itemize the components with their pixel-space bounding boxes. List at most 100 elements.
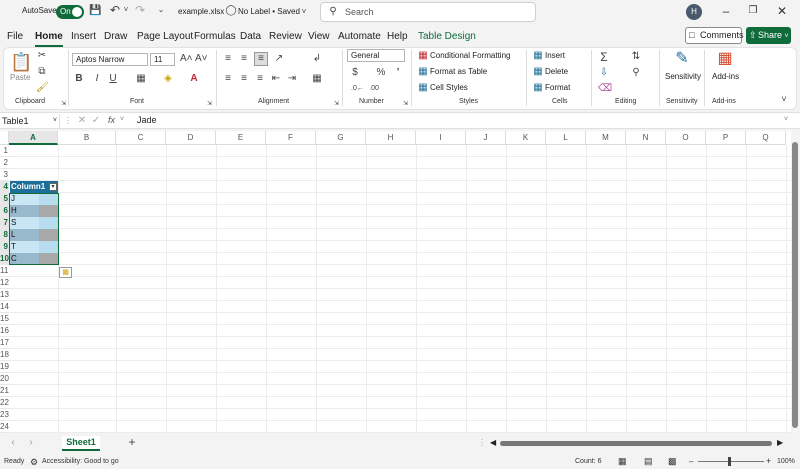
number-launcher-icon[interactable]: ⇲ — [402, 98, 409, 110]
delete-cells-button[interactable]: Delete — [545, 67, 568, 76]
add-ins-icon[interactable]: ▦ — [716, 50, 734, 68]
row-header-6[interactable]: 6 — [0, 205, 9, 217]
tab-data[interactable]: Data — [240, 31, 261, 42]
zoom-slider-handle[interactable] — [728, 457, 731, 466]
column-header-b[interactable]: B — [58, 131, 116, 145]
user-avatar[interactable]: H — [686, 4, 702, 20]
shrink-font-icon[interactable]: A˅ — [195, 53, 208, 65]
autosave-toggle[interactable]: On — [56, 5, 84, 19]
next-sheet-icon[interactable]: › — [26, 437, 36, 449]
collapse-ribbon-icon[interactable]: ˅ — [779, 93, 789, 105]
add-ins-button[interactable]: Add-ins — [712, 72, 739, 81]
search-box[interactable]: ⚲ Search — [320, 2, 536, 22]
format-as-table-button[interactable]: Format as Table — [430, 67, 487, 76]
copy-icon[interactable]: ⧉ — [36, 66, 48, 78]
number-format-dropdown[interactable]: General — [347, 49, 405, 62]
row-header-3[interactable]: 3 — [0, 169, 9, 181]
sensitivity-shield-icon[interactable]: ◯ — [225, 5, 237, 17]
filter-dropdown-icon[interactable]: ▾ — [49, 183, 57, 191]
zoom-out-icon[interactable]: – — [689, 457, 693, 466]
alignment-launcher-icon[interactable]: ⇲ — [333, 98, 340, 110]
row-header-21[interactable]: 21 — [0, 385, 9, 397]
cell-styles-button[interactable]: Cell Styles — [430, 83, 468, 92]
tab-help[interactable]: Help — [387, 31, 408, 42]
percent-icon[interactable]: % — [375, 67, 387, 79]
currency-icon[interactable]: $ — [349, 67, 361, 79]
comma-style-icon[interactable]: ’ — [393, 67, 403, 79]
fill-color-icon[interactable]: ◈ — [162, 73, 174, 85]
horizontal-scroll-thumb[interactable] — [500, 441, 772, 446]
row-header-2[interactable]: 2 — [0, 157, 9, 169]
column-header-k[interactable]: K — [506, 131, 546, 145]
align-top-icon[interactable]: ≡ — [222, 53, 234, 65]
row-header-1[interactable]: 1 — [0, 145, 9, 157]
format-cells-button[interactable]: Format — [545, 83, 570, 92]
decrease-indent-icon[interactable]: ⇤ — [270, 73, 282, 85]
page-layout-view-icon[interactable]: ▤ — [644, 456, 653, 467]
label-chevron-icon[interactable]: ˅ — [300, 6, 308, 18]
bold-button[interactable]: B — [74, 73, 84, 85]
add-sheet-icon[interactable]: + — [126, 436, 138, 448]
select-all-corner[interactable] — [0, 131, 9, 145]
minimize-icon[interactable]: – — [716, 3, 736, 19]
column-header-l[interactable]: L — [546, 131, 586, 145]
tab-automate[interactable]: Automate — [338, 31, 381, 42]
column-header-f[interactable]: F — [266, 131, 316, 145]
align-bottom-icon[interactable]: ≡ — [254, 52, 268, 66]
borders-icon[interactable]: ▦ — [135, 73, 147, 85]
underline-button[interactable]: U — [108, 73, 118, 85]
font-launcher-icon[interactable]: ⇲ — [206, 98, 213, 110]
zoom-level[interactable]: 100% — [777, 458, 795, 465]
undo-chevron-icon[interactable]: ˅ — [122, 4, 130, 16]
column-header-q[interactable]: Q — [746, 131, 786, 145]
tab-review[interactable]: Review — [269, 31, 302, 42]
column-header-p[interactable]: P — [706, 131, 746, 145]
font-name-dropdown[interactable]: Aptos Narrow — [72, 53, 148, 66]
row-header-23[interactable]: 23 — [0, 409, 9, 421]
sensitivity-button[interactable]: Sensitivity — [665, 72, 701, 81]
column-header-m[interactable]: M — [586, 131, 626, 145]
row-header-22[interactable]: 22 — [0, 397, 9, 409]
tab-draw[interactable]: Draw — [104, 31, 127, 42]
wrap-text-icon[interactable]: ↲ — [310, 53, 324, 65]
orientation-icon[interactable]: ↗ — [272, 53, 286, 65]
redo-icon[interactable]: ↷ — [133, 4, 147, 16]
column-header-a[interactable]: A — [9, 131, 58, 145]
row-header-15[interactable]: 15 — [0, 313, 9, 325]
column-header-j[interactable]: J — [466, 131, 506, 145]
prev-sheet-icon[interactable]: ‹ — [8, 437, 18, 449]
decrease-decimal-icon[interactable]: .00 — [368, 83, 380, 95]
spreadsheet-grid[interactable]: A B C D E F G H I J K L M N O P Q 1 2 3 4 5 6 7 8 9 10 11 12 13 14 15 16… — [0, 131, 791, 433]
align-middle-icon[interactable]: ≡ — [238, 53, 250, 65]
column-header-i[interactable]: I — [416, 131, 466, 145]
column-header-d[interactable]: D — [166, 131, 216, 145]
column-header-e[interactable]: E — [216, 131, 266, 145]
column-header-n[interactable]: N — [626, 131, 666, 145]
name-box[interactable]: Table1 ˅ — [0, 114, 60, 128]
align-right-icon[interactable]: ≡ — [254, 73, 266, 85]
row-header-5[interactable]: 5 — [0, 193, 9, 205]
close-icon[interactable]: ✕ — [772, 3, 792, 19]
column-header-o[interactable]: O — [666, 131, 706, 145]
find-select-icon[interactable]: ⚲ — [630, 67, 642, 79]
maximize-icon[interactable]: ❐ — [743, 3, 763, 19]
vertical-scroll-thumb[interactable] — [792, 142, 798, 428]
label-status[interactable]: No Label • Saved — [238, 7, 300, 16]
share-button[interactable]: ⇧ Share ˅ — [746, 27, 791, 44]
sort-filter-icon[interactable]: ⇅ — [630, 51, 642, 63]
tab-insert[interactable]: Insert — [71, 31, 96, 42]
merge-center-icon[interactable]: ▦ — [310, 73, 324, 85]
scroll-right-icon[interactable]: ▶ — [777, 438, 783, 447]
tab-table-design[interactable]: Table Design — [418, 31, 476, 42]
autosum-icon[interactable]: Σ — [598, 51, 610, 63]
column-header-g[interactable]: G — [316, 131, 366, 145]
row-header-11[interactable]: 11 — [0, 265, 9, 277]
quick-analysis-icon[interactable]: ▦ — [59, 267, 72, 278]
row-header-18[interactable]: 18 — [0, 349, 9, 361]
tab-file[interactable]: File — [7, 31, 23, 42]
increase-decimal-icon[interactable]: .0← — [351, 83, 364, 95]
zoom-in-icon[interactable]: + — [766, 456, 771, 466]
sheet-tab-sheet1[interactable]: Sheet1 — [62, 436, 100, 451]
row-header-14[interactable]: 14 — [0, 301, 9, 313]
customize-qat-icon[interactable]: ⌄ — [157, 4, 165, 16]
